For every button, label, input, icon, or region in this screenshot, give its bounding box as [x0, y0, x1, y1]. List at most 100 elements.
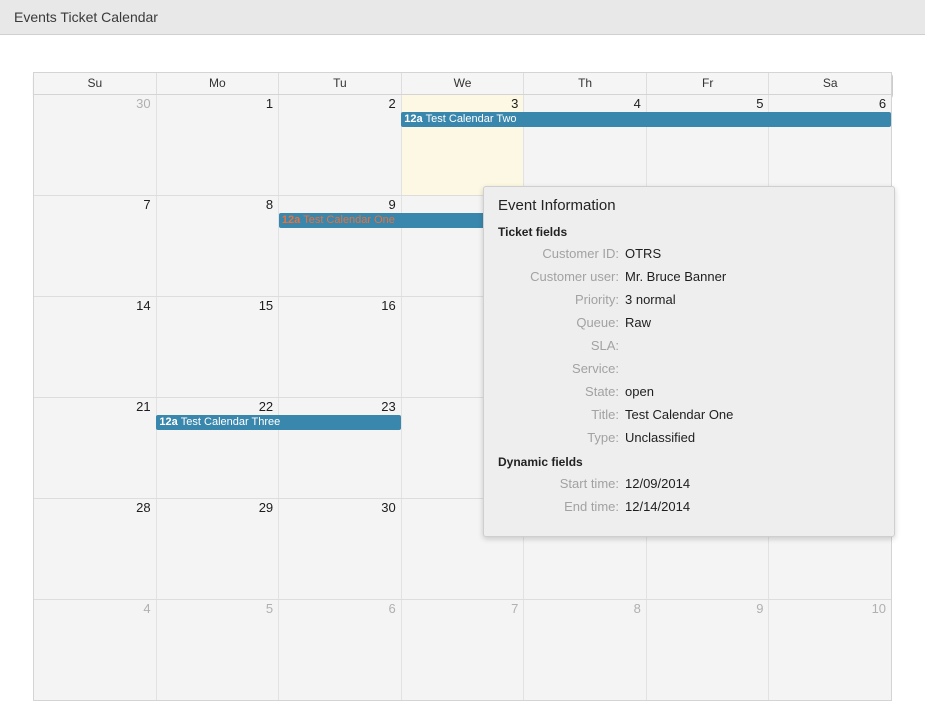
calendar-day-cell[interactable]: 4: [523, 95, 646, 195]
event-time: 12a: [159, 416, 177, 428]
calendar-day-cell[interactable]: 5: [156, 600, 279, 700]
weekday-header-tu: Tu: [278, 73, 401, 94]
day-number: 6: [879, 96, 886, 111]
weekday-header-we: We: [401, 73, 524, 94]
day-number: 28: [136, 500, 150, 515]
day-number: 3: [511, 96, 518, 111]
calendar-day-cell[interactable]: 8: [523, 600, 646, 700]
calendar-day-cell[interactable]: 2: [278, 95, 401, 195]
dynamic-field-value: 12/14/2014: [625, 499, 690, 514]
calendar-day-cell[interactable]: 29: [156, 499, 279, 599]
calendar-day-cell[interactable]: 10: [768, 600, 891, 700]
ticket-field-value: OTRS: [625, 246, 661, 261]
calendar-day-cell[interactable]: 7: [34, 196, 156, 296]
day-number: 16: [381, 298, 395, 313]
day-number: 5: [756, 96, 763, 111]
day-number: 2: [389, 96, 396, 111]
calendar-toolbar: month week day December 2014 Today: [0, 35, 925, 77]
ticket-field-value: Test Calendar One: [625, 407, 733, 422]
ticket-field-row: Type:Unclassified: [489, 430, 880, 445]
event-title: Test Calendar Two: [426, 113, 517, 125]
calendar-day-cell[interactable]: 8: [156, 196, 279, 296]
ticket-field-label: Customer ID:: [489, 246, 625, 261]
calendar-day-cell[interactable]: 23: [278, 398, 401, 498]
ticket-field-row: Customer user:Mr. Bruce Banner: [489, 269, 880, 284]
calendar-day-cell[interactable]: 7: [401, 600, 524, 700]
ticket-field-row: SLA:: [489, 338, 880, 353]
calendar-day-cell[interactable]: 5: [646, 95, 769, 195]
weekday-header-th: Th: [523, 73, 646, 94]
ticket-field-label: Type:: [489, 430, 625, 445]
calendar-day-cell[interactable]: 28: [34, 499, 156, 599]
day-number: 30: [381, 500, 395, 515]
calendar-week-row: 301 2 3 4 5 6 12a Test Calendar Two: [34, 95, 891, 195]
ticket-field-label: SLA:: [489, 338, 625, 353]
day-number: 6: [389, 601, 396, 616]
day-number: 5: [266, 601, 273, 616]
ticket-field-value: Mr. Bruce Banner: [625, 269, 726, 284]
ticket-field-value: Unclassified: [625, 430, 695, 445]
dynamic-field-label: End time:: [489, 499, 625, 514]
calendar-day-cell[interactable]: 6: [768, 95, 891, 195]
calendar-event-bar[interactable]: 12a Test Calendar Three: [156, 415, 401, 430]
event-time: 12a: [404, 113, 422, 125]
day-number: 21: [136, 399, 150, 414]
dynamic-field-label: Start time:: [489, 476, 625, 491]
calendar-day-cell[interactable]: 14: [34, 297, 156, 397]
day-number: 4: [143, 601, 150, 616]
day-number: 23: [381, 399, 395, 414]
day-number: 9: [756, 601, 763, 616]
calendar-day-cell[interactable]: 9: [278, 196, 401, 296]
dynamic-fields-heading: Dynamic fields: [489, 455, 880, 469]
day-number: 8: [266, 197, 273, 212]
calendar-event-bar[interactable]: 12a Test Calendar Two: [401, 112, 891, 127]
calendar-day-cell[interactable]: 4: [34, 600, 156, 700]
day-number: 7: [143, 197, 150, 212]
weekday-header-row: SuMoTuWeThFrSa: [34, 73, 891, 95]
day-number: 9: [389, 197, 396, 212]
calendar-day-cell[interactable]: 1: [156, 95, 279, 195]
calendar-day-cell[interactable]: 9: [646, 600, 769, 700]
day-number: 8: [634, 601, 641, 616]
calendar-day-cell[interactable]: 6: [278, 600, 401, 700]
weekday-header-mo: Mo: [156, 73, 279, 94]
dynamic-field-row: End time:12/14/2014: [489, 499, 880, 514]
ticket-field-value: Raw: [625, 315, 651, 330]
ticket-fields-list: Customer ID:OTRSCustomer user:Mr. Bruce …: [489, 246, 880, 445]
ticket-field-label: State:: [489, 384, 625, 399]
event-information-popup: Event Information Ticket fields Customer…: [483, 186, 895, 537]
dynamic-field-value: 12/09/2014: [625, 476, 690, 491]
event-title: Test Calendar Three: [181, 416, 280, 428]
calendar-day-cell[interactable]: 16: [278, 297, 401, 397]
weekday-header-su: Su: [34, 73, 156, 94]
day-number: 4: [634, 96, 641, 111]
ticket-field-row: Priority:3 normal: [489, 292, 880, 307]
popup-title: Event Information: [489, 197, 880, 214]
ticket-field-value: 3 normal: [625, 292, 676, 307]
calendar-day-cell[interactable]: 15: [156, 297, 279, 397]
day-number: 15: [259, 298, 273, 313]
calendar-day-cell[interactable]: 21: [34, 398, 156, 498]
window-titlebar: Events Ticket Calendar: [0, 0, 925, 35]
ticket-field-value: open: [625, 384, 654, 399]
dynamic-fields-list: Start time:12/09/2014End time:12/14/2014: [489, 476, 880, 514]
ticket-field-label: Service:: [489, 361, 625, 376]
event-time: 12a: [282, 214, 300, 226]
ticket-fields-heading: Ticket fields: [489, 225, 880, 239]
ticket-field-label: Queue:: [489, 315, 625, 330]
window-title: Events Ticket Calendar: [14, 9, 158, 25]
weekday-header-sa: Sa: [768, 73, 891, 94]
ticket-field-row: Queue:Raw: [489, 315, 880, 330]
ticket-field-label: Customer user:: [489, 269, 625, 284]
day-number: 14: [136, 298, 150, 313]
ticket-field-row: Title:Test Calendar One: [489, 407, 880, 422]
calendar-day-cell[interactable]: 22: [156, 398, 279, 498]
weekday-header-fr: Fr: [646, 73, 769, 94]
calendar-day-cell[interactable]: 30: [278, 499, 401, 599]
day-number: 22: [259, 399, 273, 414]
calendar-day-cell[interactable]: 30: [34, 95, 156, 195]
calendar-day-cell[interactable]: 3: [401, 95, 524, 195]
calendar-week-row: 4 5 67 8 9 10: [34, 599, 891, 700]
event-title: Test Calendar One: [303, 214, 395, 226]
dynamic-field-row: Start time:12/09/2014: [489, 476, 880, 491]
